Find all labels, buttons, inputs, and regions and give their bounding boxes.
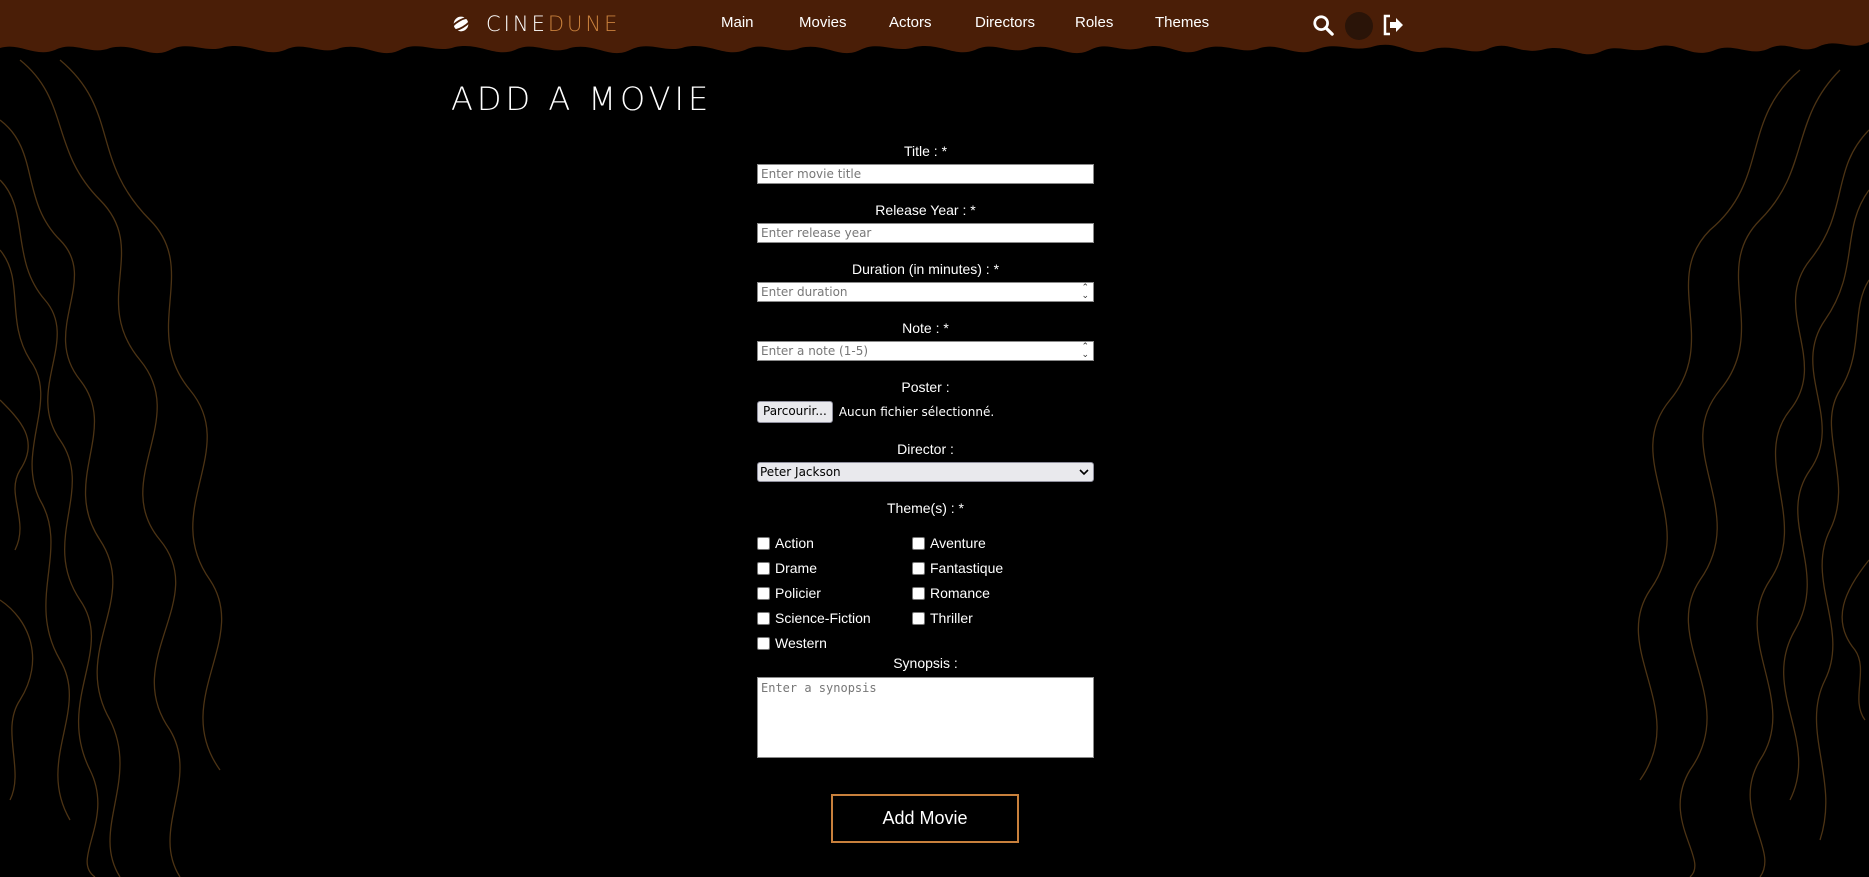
duration-label: Duration (in minutes) : * (851, 261, 1000, 277)
poster-label: Poster : (901, 379, 950, 395)
theme-label: Aventure (930, 535, 986, 551)
avatar[interactable] (1345, 12, 1373, 40)
title-input[interactable]: Enter movie title (757, 164, 1094, 184)
release-year-field: Release Year : * Enter release year (757, 202, 1094, 243)
duration-field: Duration (in minutes) : * Enter duration… (757, 261, 1094, 302)
duration-placeholder: Enter duration (761, 285, 848, 299)
spin-arrows-icon[interactable]: ⌃ ⌄ (1081, 343, 1089, 360)
theme-option[interactable]: Fantastique (912, 560, 1003, 576)
poster-file-input: Parcourir... Aucun fichier sélectionné. (757, 401, 1094, 423)
header-drip-background (0, 0, 1869, 55)
release-year-label: Release Year : * (875, 202, 976, 218)
site-header: CINEDUNE Main Movies Actors Directors Ro… (0, 0, 1869, 70)
page-title: ADD A MOVIE (451, 80, 713, 118)
note-placeholder: Enter a note (1-5) (761, 344, 869, 358)
duration-input[interactable]: Enter duration ⌃ ⌄ (757, 282, 1094, 302)
checkbox[interactable] (757, 586, 770, 600)
brand-name: CINEDUNE (486, 12, 621, 36)
spin-arrows-icon[interactable]: ⌃ ⌄ (1081, 284, 1089, 301)
checkbox[interactable] (757, 561, 770, 575)
themes-field: Theme(s) : * (757, 500, 1094, 516)
note-label: Note : * (902, 320, 949, 336)
theme-option[interactable]: Romance (912, 585, 990, 601)
theme-label: Action (775, 535, 814, 551)
themes-label: Theme(s) : * (886, 500, 964, 516)
theme-label: Science-Fiction (775, 610, 871, 626)
theme-option[interactable]: Science-Fiction (757, 610, 871, 626)
director-field: Director : Peter Jackson (757, 441, 1094, 482)
checkbox[interactable] (912, 561, 925, 575)
synopsis-textarea[interactable]: Enter a synopsis (757, 677, 1094, 758)
release-year-input[interactable]: Enter release year (757, 223, 1094, 243)
synopsis-label: Synopsis : (893, 655, 958, 671)
note-field: Note : * Enter a note (1-5) ⌃ ⌄ (757, 320, 1094, 361)
theme-label: Fantastique (930, 560, 1004, 576)
chevron-down-icon (1079, 469, 1089, 476)
planet-icon (450, 16, 472, 32)
title-label: Title : * (903, 143, 948, 159)
synopsis-field: Synopsis : Enter a synopsis (757, 655, 1094, 758)
poster-field: Poster : Parcourir... Aucun fichier séle… (757, 379, 1094, 423)
search-icon[interactable] (1312, 14, 1334, 36)
theme-label: Thriller (930, 610, 973, 626)
theme-option[interactable]: Western (757, 635, 827, 651)
browse-button[interactable]: Parcourir... (757, 401, 833, 423)
title-field: Title : * Enter movie title (757, 143, 1094, 184)
theme-option[interactable]: Thriller (912, 610, 973, 626)
checkbox[interactable] (757, 636, 770, 650)
nav-link-actors[interactable]: Actors (889, 14, 932, 31)
note-input[interactable]: Enter a note (1-5) ⌃ ⌄ (757, 341, 1094, 361)
nav-link-directors[interactable]: Directors (975, 14, 1035, 31)
checkbox[interactable] (757, 536, 770, 550)
director-select[interactable]: Peter Jackson (757, 462, 1094, 482)
nav-link-roles[interactable]: Roles (1075, 14, 1113, 31)
checkbox[interactable] (912, 611, 925, 625)
director-label: Director : (897, 441, 954, 457)
checkbox[interactable] (912, 586, 925, 600)
theme-label: Policier (775, 585, 821, 601)
nav-link-themes[interactable]: Themes (1155, 14, 1209, 31)
brand-logo[interactable]: CINEDUNE (450, 12, 620, 36)
theme-label: Romance (930, 585, 990, 601)
logout-icon[interactable] (1381, 13, 1405, 37)
theme-option[interactable]: Policier (757, 585, 821, 601)
add-movie-button[interactable]: Add Movie (831, 794, 1019, 843)
director-selected-value: Peter Jackson (760, 465, 841, 479)
nav-link-movies[interactable]: Movies (799, 14, 847, 31)
theme-option[interactable]: Drame (757, 560, 817, 576)
file-status: Aucun fichier sélectionné. (838, 405, 995, 419)
theme-option[interactable]: Action (757, 535, 814, 551)
nav-link-main[interactable]: Main (721, 14, 754, 31)
checkbox[interactable] (912, 536, 925, 550)
theme-option[interactable]: Aventure (912, 535, 986, 551)
theme-label: Western (775, 635, 827, 651)
checkbox[interactable] (757, 611, 770, 625)
theme-label: Drame (775, 560, 818, 576)
